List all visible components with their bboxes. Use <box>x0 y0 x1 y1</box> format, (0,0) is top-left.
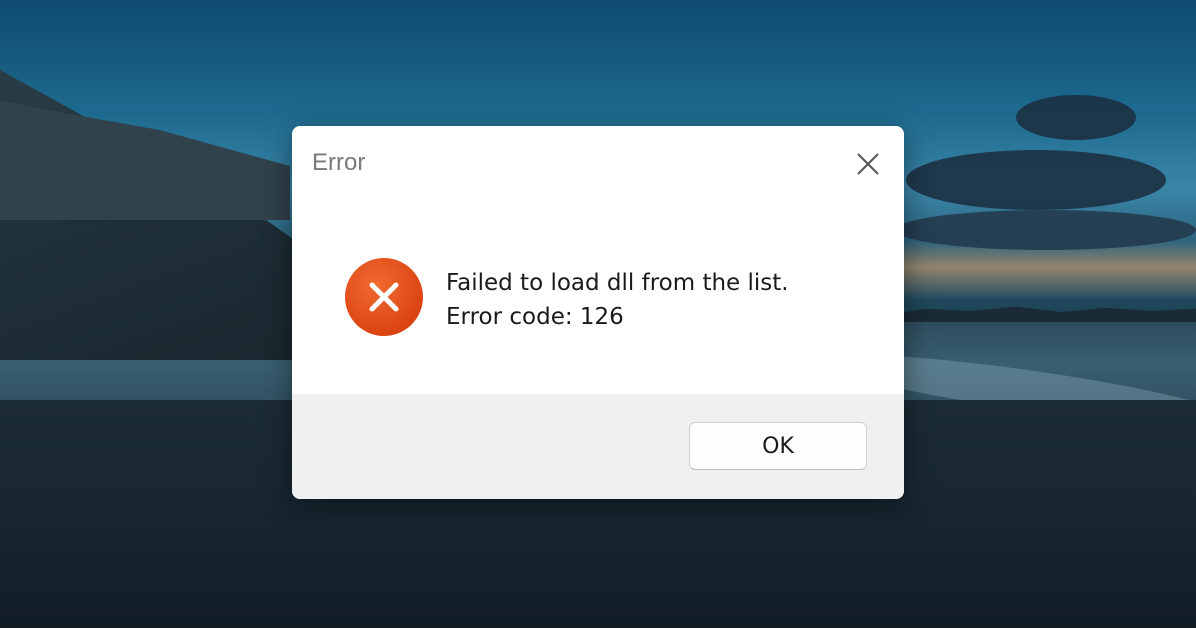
error-dialog: Error Failed to load dll from the list. … <box>292 126 904 499</box>
dialog-title-bar[interactable]: Error <box>292 126 904 202</box>
cliff-building <box>0 100 290 220</box>
dialog-title: Error <box>312 149 366 176</box>
close-icon <box>857 153 879 175</box>
error-message-line-2: Error code: 126 <box>446 304 624 330</box>
dialog-footer: OK <box>292 394 904 499</box>
error-icon <box>344 257 424 337</box>
cloud <box>906 150 1166 210</box>
cloud <box>896 210 1196 250</box>
distant-rocks <box>896 306 1196 322</box>
close-button[interactable] <box>850 146 886 182</box>
ok-button[interactable]: OK <box>689 422 867 470</box>
cloud <box>1016 95 1136 140</box>
desktop-background: Error Failed to load dll from the list. … <box>0 0 1196 628</box>
dialog-content: Failed to load dll from the list. Error … <box>292 202 904 394</box>
error-message-line-1: Failed to load dll from the list. <box>446 270 789 296</box>
error-message: Failed to load dll from the list. Error … <box>446 266 789 334</box>
